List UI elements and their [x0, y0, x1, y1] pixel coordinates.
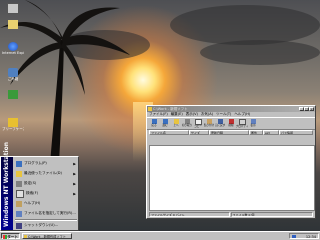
column-path[interactable]: パス情報	[279, 130, 313, 135]
start-menu-banner: Windows NT Workstation	[1, 142, 13, 230]
column-modified[interactable]: 更新日時	[209, 130, 249, 135]
toolbar-paste-button[interactable]: 貼り付け	[204, 118, 214, 128]
desktop-icon-briefcase[interactable]: ブリーフケース	[2, 118, 24, 131]
toolbar-properties-button[interactable]: プロパティ	[236, 118, 248, 128]
menu-favorites[interactable]: お気(A)	[201, 112, 213, 117]
menu-tools[interactable]: ツール(T)	[216, 112, 231, 117]
run-icon	[16, 210, 22, 217]
menu-help[interactable]: ヘルプ(H)	[234, 112, 250, 117]
list-header: ファイル名 サイズ 更新日時 属性 ext パス情報	[149, 130, 313, 135]
programs-icon	[16, 160, 22, 167]
system-tray: 12:34	[289, 233, 319, 239]
find-icon	[16, 189, 24, 198]
window-titlebar[interactable]: C:\Work - 新規ソフト _ □ ×	[147, 106, 315, 112]
submenu-arrow-icon: ▶	[73, 181, 76, 186]
toolbar-cut-button[interactable]: 切り取り	[182, 118, 192, 128]
windows-logo-icon	[3, 235, 7, 239]
desktop-icon-network[interactable]	[2, 90, 24, 99]
column-name[interactable]: ファイル名	[149, 130, 189, 135]
settings-icon	[16, 180, 22, 187]
toolbar-back-button[interactable]: 戻る	[149, 118, 159, 128]
folder-icon	[24, 235, 27, 238]
desktop-icon-my-computer[interactable]	[2, 3, 24, 14]
submenu-arrow-icon: ▶	[73, 171, 76, 176]
status-file-count: ファイル数 0 個	[230, 212, 313, 217]
submenu-arrow-icon: ▶	[73, 161, 76, 166]
column-size[interactable]: サイズ	[189, 130, 209, 135]
toolbar-views-button[interactable]: 表示	[248, 118, 258, 128]
toolbar-copy-button[interactable]: コピー	[193, 118, 203, 128]
clock[interactable]: 12:34	[306, 235, 316, 239]
toolbar-undo-button[interactable]: 元に戻す	[215, 118, 225, 128]
toolbar: 戻る 進む 上へ 切り取り コピー 貼り付け 元に戻す 削除 プロパティ 表示	[147, 117, 315, 130]
explorer-window[interactable]: C:\Work - 新規ソフト _ □ × ファイル(F) 編集(E) 表示(V…	[146, 105, 316, 219]
recycle-bin-icon	[8, 68, 18, 77]
start-button[interactable]: スタート	[1, 233, 20, 239]
desktop-icon-internet-explorer[interactable]: Internet Explorer	[2, 42, 24, 55]
desktop-icon-recycle-bin[interactable]: ごみ箱	[2, 68, 24, 81]
toolbar-up-button[interactable]: 上へ	[171, 118, 181, 128]
status-bar: ファイルサイズ 0 バイト ファイル数 0 個	[149, 212, 313, 217]
start-menu: Windows NT Workstation プログラム(P) ▶ 最近使ったファ…	[0, 142, 79, 231]
taskbar: スタート C:\Work - 新規作成ソフト 12:34	[0, 231, 320, 240]
taskbar-window-button[interactable]: C:\Work - 新規作成ソフト	[22, 233, 72, 239]
desktop-icon-my-documents[interactable]	[2, 20, 24, 29]
column-attributes[interactable]: 属性	[249, 130, 263, 135]
file-list[interactable]	[149, 145, 315, 211]
start-item-run[interactable]: ファイル名を指定して実行(R)...	[14, 208, 78, 219]
menu-file[interactable]: ファイル(F)	[149, 112, 168, 117]
shutdown-icon	[16, 222, 22, 229]
toolbar-delete-button[interactable]: 削除	[226, 118, 236, 128]
briefcase-icon	[8, 118, 18, 127]
help-icon	[16, 200, 22, 207]
my-computer-icon	[7, 3, 19, 14]
submenu-arrow-icon: ▶	[73, 191, 76, 196]
network-icon	[8, 90, 18, 99]
toolbar-forward-button[interactable]: 進む	[160, 118, 170, 128]
menu-view[interactable]: 表示(V)	[186, 112, 198, 117]
status-file-size: ファイルサイズ 0 バイト	[149, 212, 230, 217]
my-documents-icon	[8, 20, 18, 29]
internet-explorer-icon	[8, 42, 18, 51]
column-ext[interactable]: ext	[263, 130, 279, 135]
folder-icon	[148, 107, 152, 111]
window-title: C:\Work - 新規ソフト	[153, 107, 188, 111]
close-button[interactable]: ×	[309, 107, 314, 111]
documents-icon	[16, 170, 22, 177]
menu-edit[interactable]: 編集(E)	[171, 112, 183, 117]
ime-icon[interactable]	[292, 235, 296, 238]
start-item-shutdown[interactable]: シャットダウン(U)...	[14, 220, 78, 231]
